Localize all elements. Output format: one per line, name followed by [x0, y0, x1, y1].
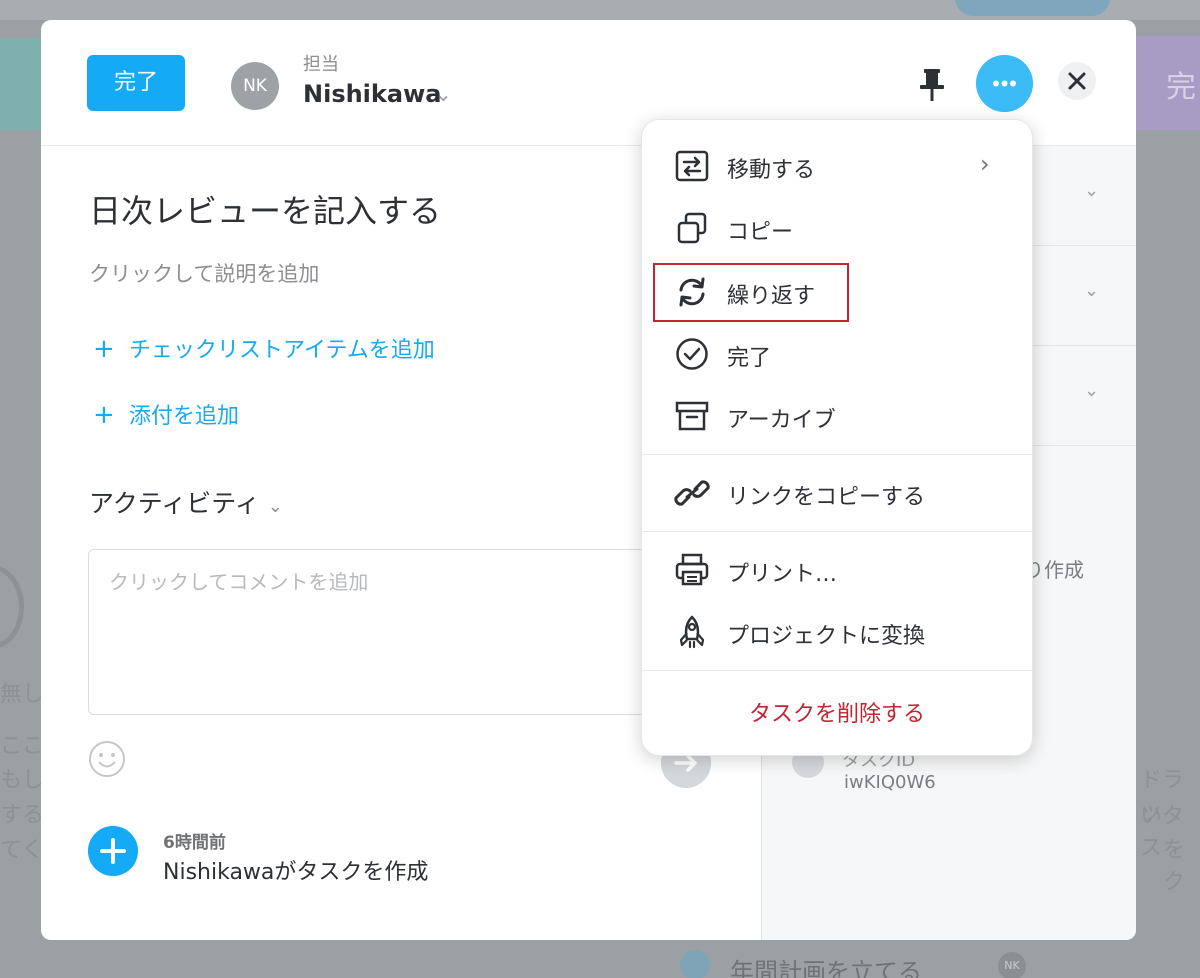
menu-item-label: プロジェクトに変換 — [727, 624, 926, 649]
menu-item-complete[interactable]: 完了 — [642, 326, 1032, 380]
chevron-down-icon: ⌄ — [1084, 180, 1100, 201]
menu-item-label: リンクをコピーする — [727, 485, 926, 510]
menu-item-archive[interactable]: アーカイブ — [642, 388, 1032, 442]
assignee-name[interactable]: Nishikawa — [303, 80, 441, 108]
chevron-down-icon[interactable]: ⌄ — [435, 82, 452, 106]
annotation-highlight-box — [653, 263, 849, 322]
move-icon — [675, 150, 709, 182]
menu-divider — [642, 454, 1032, 455]
check-circle-icon — [676, 338, 708, 370]
copy-icon — [677, 212, 707, 244]
add-attachment-label: 添付を追加 — [129, 404, 240, 429]
activity-title: アクティビティ — [89, 489, 260, 518]
menu-item-label: 移動する — [727, 158, 816, 183]
assignee-label: 担当 — [303, 54, 339, 75]
add-checklist-label: チェックリストアイテムを追加 — [129, 338, 435, 363]
side-created-text: り作成 — [1024, 558, 1084, 582]
plus-icon: + — [93, 400, 115, 430]
activity-toggle[interactable]: アクティビティ ⌄ — [89, 484, 283, 520]
menu-item-delete-task[interactable]: タスクを削除する — [642, 682, 1032, 736]
emoji-icon[interactable] — [88, 740, 126, 778]
story-text: Nishikawaがタスクを作成 — [163, 860, 429, 885]
menu-item-move[interactable]: 移動する › — [642, 138, 1032, 192]
close-button[interactable] — [1058, 62, 1096, 100]
menu-item-label: 完了 — [727, 346, 772, 371]
task-options-menu: 移動する › コピー 繰り返す 完了 アーカイブ リンクをコピーする プリント…… — [641, 119, 1033, 756]
chevron-down-icon: ⌄ — [267, 496, 283, 517]
menu-item-label: プリント… — [727, 562, 838, 587]
background-top-button — [955, 0, 1110, 16]
menu-item-copy-link[interactable]: リンクをコピーする — [642, 465, 1032, 519]
menu-item-label: アーカイブ — [727, 408, 836, 433]
archive-icon — [675, 401, 709, 431]
menu-divider — [642, 531, 1032, 532]
task-title[interactable]: 日次レビューを記入する — [89, 186, 441, 232]
background-empty-circle — [0, 565, 24, 649]
add-attachment-button[interactable]: + 添付を追加 — [93, 398, 239, 430]
background-bottom-task: 年間計画を立てる NK — [650, 940, 1070, 978]
chevron-down-icon: ⌄ — [1084, 280, 1100, 301]
menu-item-print[interactable]: プリント… — [642, 542, 1032, 596]
background-left-text: ここ — [0, 734, 45, 759]
background-bottom-task-title: 年間計画を立てる — [730, 958, 922, 978]
assignee-avatar[interactable]: NK — [231, 62, 279, 110]
background-left-text: 無し — [0, 682, 45, 707]
link-icon — [674, 480, 710, 506]
background-bottom-avatar: NK — [998, 952, 1026, 978]
rocket-icon — [679, 615, 705, 649]
background-right-text: をク — [1163, 838, 1186, 895]
more-options-button[interactable] — [976, 55, 1033, 112]
delete-task-label: タスクを削除する — [748, 702, 925, 727]
add-checklist-button[interactable]: + チェックリストアイテムを追加 — [93, 332, 435, 364]
complete-button[interactable]: 完了 — [87, 55, 185, 111]
story-plus-icon — [88, 826, 138, 876]
plus-icon: + — [93, 334, 115, 364]
description-field[interactable]: クリックして説明を追加 — [89, 258, 319, 288]
menu-item-convert-to-project[interactable]: プロジェクトに変換 — [642, 604, 1032, 658]
pin-icon[interactable] — [917, 67, 947, 103]
background-left-text: もし — [0, 768, 45, 793]
menu-item-copy[interactable]: コピー — [642, 200, 1032, 254]
menu-divider — [642, 670, 1032, 671]
background-teal-card — [0, 38, 41, 130]
task-id: iwKIQ0W6 — [844, 772, 936, 793]
printer-icon — [675, 553, 709, 586]
menu-item-label: コピー — [727, 220, 794, 245]
background-purple-card-text: 完 — [1166, 70, 1196, 105]
story-timestamp: 6時間前 — [163, 833, 226, 853]
chevron-down-icon: ⌄ — [1084, 380, 1100, 401]
background-bottom-task-icon — [680, 950, 710, 978]
chevron-right-icon: › — [980, 150, 990, 178]
